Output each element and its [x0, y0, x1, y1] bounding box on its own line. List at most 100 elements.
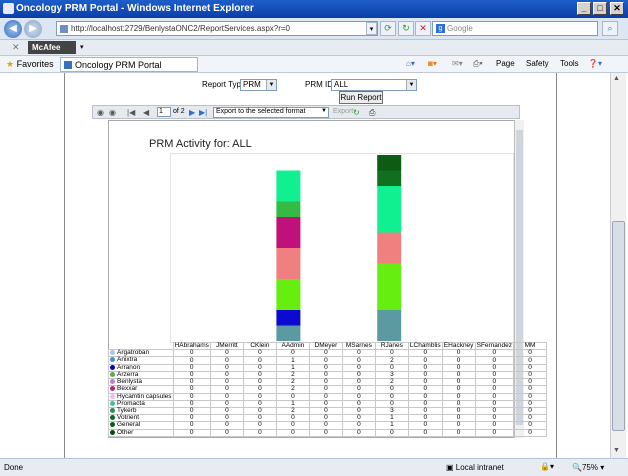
- refresh-icon[interactable]: ↻: [353, 108, 360, 117]
- refresh-report-icon[interactable]: ◉: [109, 108, 116, 117]
- search-input[interactable]: g Google: [432, 21, 598, 36]
- address-field[interactable]: http://localhost:2729/BenlystaONC2/Repor…: [56, 21, 378, 36]
- minimize-button[interactable]: _: [577, 2, 591, 15]
- zoom-control[interactable]: 🔍75% ▾: [572, 463, 604, 472]
- row-label: Other: [108, 428, 174, 437]
- table-cell: 0: [341, 421, 376, 430]
- table-cell: 0: [172, 428, 211, 437]
- home-icon[interactable]: ⌂▾: [406, 59, 415, 68]
- tools-menu[interactable]: Tools: [560, 59, 579, 68]
- right-border: [556, 73, 557, 458]
- table-cell: 0: [209, 349, 244, 358]
- table-cell: 0: [474, 349, 515, 358]
- compatibility-icon[interactable]: ⟳: [380, 21, 396, 36]
- scroll-up-icon[interactable]: ▲: [613, 75, 620, 82]
- status-bar: Done ▣ Local intranet 🔒▾ 🔍75% ▾: [0, 458, 628, 476]
- bar-segment: [377, 170, 402, 186]
- table-cell: 0: [172, 349, 211, 358]
- feeds-icon[interactable]: ◙▾: [428, 59, 437, 68]
- previous-page-icon[interactable]: ◀: [143, 108, 149, 117]
- first-page-icon[interactable]: |◀: [127, 108, 135, 117]
- page-scrollbar[interactable]: ▲ ▼: [610, 73, 626, 458]
- table-cell: 0: [172, 421, 211, 430]
- favorites-label: Favorites: [16, 59, 54, 69]
- bar-segment: [377, 155, 402, 171]
- chevron-down-icon: ▼: [406, 80, 416, 90]
- row-label-text: Anixtra: [117, 356, 138, 364]
- scroll-down-icon[interactable]: ▼: [613, 447, 620, 454]
- toolbar-close-icon[interactable]: ✕: [12, 42, 20, 53]
- activity-table: HAbrahams JMerritt CKlein AAdmin DMeyer MSarn…: [108, 341, 548, 437]
- table-cell: 0: [308, 428, 343, 437]
- page-total: of 2: [173, 108, 185, 115]
- row-label-text: Arzerra: [117, 371, 139, 379]
- bar-segment: [276, 248, 301, 279]
- report-type-label: Report Type: [202, 80, 246, 89]
- favorites-button[interactable]: ★ Favorites: [6, 59, 54, 70]
- bar-segment: [377, 186, 402, 233]
- legend-dot-icon: [110, 429, 115, 435]
- address-dropdown-icon[interactable]: ▾: [366, 22, 377, 35]
- report-title: PRM Activity for: ALL: [149, 138, 252, 150]
- page-menu[interactable]: Page: [496, 59, 515, 68]
- bar-segment: [276, 217, 301, 248]
- row-label-text: Benlysta: [117, 378, 142, 386]
- mcafee-dropdown-icon[interactable]: ▾: [80, 43, 84, 51]
- collapse-icon[interactable]: ◉: [97, 108, 104, 117]
- table-row: Argatroban 0 0 0 0 0 0 0 0 0 0 0: [108, 349, 548, 358]
- report-type-select[interactable]: PRM ▼: [240, 79, 277, 91]
- zoom-text: 75%: [581, 463, 598, 472]
- legend-dot-icon: [110, 407, 115, 413]
- row-label-text: Arranon: [117, 363, 141, 371]
- row-label-text: Bexxar: [117, 385, 138, 393]
- table-cell: 0: [341, 349, 376, 358]
- table-cell: 0: [209, 428, 244, 437]
- table-cell: 0: [341, 385, 376, 394]
- last-page-icon[interactable]: ▶|: [199, 108, 207, 117]
- back-button[interactable]: ◀: [4, 20, 22, 38]
- export-format-select[interactable]: Export to the selected format ▼: [213, 107, 329, 118]
- table-cell: 0: [441, 421, 476, 430]
- legend-dot-icon: [110, 415, 115, 421]
- table-cell: 0: [275, 421, 310, 430]
- table-row: General 0 0 0 0 0 0 1 0 0 0 0: [108, 421, 548, 430]
- maximize-button[interactable]: □: [593, 2, 607, 15]
- table-cell: 0: [407, 385, 443, 394]
- table-cell: 0: [275, 349, 310, 358]
- table-cell: 0: [513, 349, 548, 358]
- mcafee-logo[interactable]: McAfee: [28, 41, 76, 54]
- table-cell: 0: [407, 428, 443, 437]
- table-cell: 0: [407, 421, 443, 430]
- print-icon[interactable]: ⎙: [369, 108, 375, 118]
- bar-segment: [276, 170, 301, 202]
- forward-button[interactable]: ▶: [24, 20, 42, 38]
- run-report-button[interactable]: Run Report: [339, 91, 383, 104]
- export-link[interactable]: Export: [333, 108, 353, 115]
- table-cell: 0: [242, 421, 277, 430]
- help-icon[interactable]: ❓▾: [588, 59, 602, 68]
- print-icon[interactable]: ⎙▾: [473, 59, 483, 69]
- browser-tab[interactable]: Oncology PRM Portal: [60, 57, 198, 72]
- table-cell: 0: [308, 421, 343, 430]
- close-button[interactable]: ✕: [610, 2, 624, 15]
- page-icon: [60, 25, 68, 33]
- protected-mode-icon[interactable]: 🔒▾: [540, 462, 554, 471]
- legend-dot-icon: [110, 364, 115, 370]
- refresh-icon[interactable]: ↻: [398, 21, 414, 36]
- next-page-icon[interactable]: ▶: [189, 108, 195, 117]
- zone-indicator: ▣ Local intranet: [446, 463, 504, 472]
- page-number-input[interactable]: 1: [157, 107, 171, 117]
- search-icon[interactable]: ⌕: [602, 21, 618, 36]
- page-scroll-thumb[interactable]: [612, 221, 625, 431]
- safety-menu[interactable]: Safety: [526, 59, 549, 68]
- window-title-bar: Oncology PRM Portal - Windows Internet E…: [0, 0, 628, 18]
- row-label-text: Hycamtin capsules: [117, 392, 172, 400]
- stop-icon[interactable]: ✕: [415, 21, 431, 36]
- table-cell: 0: [374, 385, 409, 394]
- url-text: http://localhost:2729/BenlystaONC2/Repor…: [71, 24, 291, 33]
- mail-icon[interactable]: ✉▾: [452, 59, 463, 68]
- table-row: Other 0 0 0 0 0 0 0 0 0 0 0: [108, 428, 548, 437]
- prm-id-select[interactable]: ALL ▼: [331, 79, 417, 91]
- row-label-text: Votrient: [117, 414, 140, 422]
- table-cell: 0: [513, 421, 548, 430]
